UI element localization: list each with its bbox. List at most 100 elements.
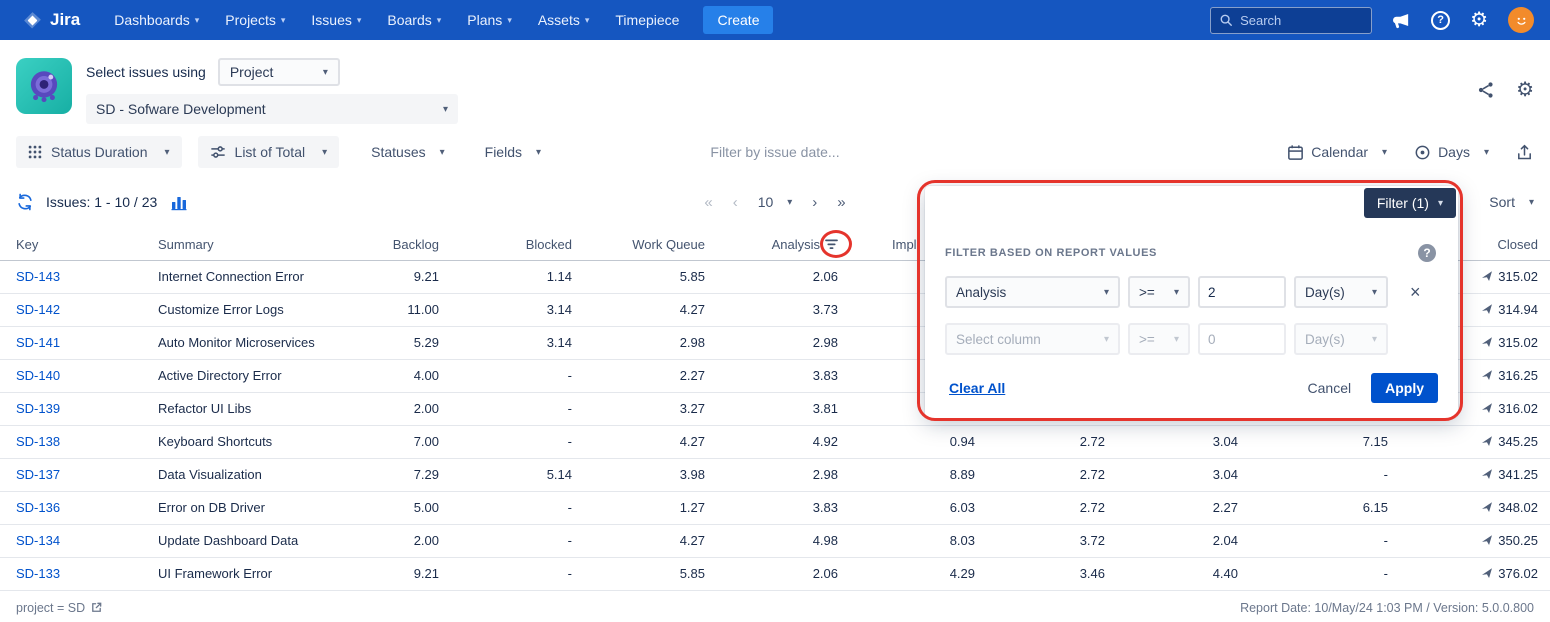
nav-item-label: Dashboards (114, 12, 190, 28)
chevron-down-icon: ▾ (1174, 287, 1179, 298)
duration-cell: 2.72 (983, 458, 1113, 491)
toolbar-right: Calendar ▾ Days ▾ (1286, 143, 1534, 162)
fields-dropdown[interactable]: Fields ▾ (485, 144, 541, 160)
filter-button[interactable]: Filter (1) ▾ (1364, 188, 1456, 218)
help-icon[interactable]: ? (1431, 11, 1450, 30)
duration-cell: - (447, 425, 580, 458)
previous-page-icon[interactable]: ‹ (733, 194, 738, 211)
calendar-dropdown[interactable]: Calendar ▾ (1286, 143, 1387, 162)
issue-summary: Keyboard Shortcuts (142, 425, 330, 458)
closed-duration-cell: 345.25 (1396, 425, 1550, 458)
search-input[interactable] (1240, 13, 1363, 28)
filter-operator-select[interactable]: >=▾ (1128, 276, 1190, 308)
duration-cell: 2.27 (1113, 491, 1246, 524)
jira-logo[interactable]: Jira (22, 10, 80, 31)
select-issues-label: Select issues using (86, 64, 206, 80)
filter-unit-select[interactable]: Day(s)▾ (1294, 276, 1388, 308)
project-select[interactable]: SD - Sofware Development ▾ (86, 94, 458, 124)
table-row: SD-138Keyboard Shortcuts7.00-4.274.920.9… (0, 425, 1550, 458)
report-scope-link[interactable]: project = SD (16, 601, 103, 615)
next-page-icon[interactable]: › (812, 194, 817, 211)
filter-unit-select[interactable]: Day(s)▾ (1294, 323, 1388, 355)
report-type-dropdown[interactable]: Status Duration ▾ (16, 136, 182, 168)
duration-cell: 5.85 (580, 260, 713, 293)
nav-item-boards[interactable]: Boards▾ (387, 12, 441, 28)
share-icon[interactable] (1476, 80, 1496, 100)
nav-item-projects[interactable]: Projects▾ (225, 12, 285, 28)
duration-cell: 2.04 (1113, 524, 1246, 557)
announcements-megaphone-icon[interactable] (1392, 11, 1411, 30)
column-header-summary[interactable]: Summary (142, 230, 330, 260)
filter-value-input[interactable] (1198, 323, 1286, 355)
column-header-analysis[interactable]: Analysis (713, 230, 846, 260)
nav-item-timepiece[interactable]: Timepiece (615, 12, 679, 28)
export-icon[interactable] (1515, 143, 1534, 162)
issue-key-link[interactable]: SD-142 (16, 302, 60, 317)
filter-help-icon[interactable]: ? (1418, 244, 1436, 262)
column-header-blocked[interactable]: Blocked (447, 230, 580, 260)
issue-key-link[interactable]: SD-143 (16, 269, 60, 284)
issues-count-label: Issues: 1 - 10 / 23 (46, 194, 157, 210)
issue-key-link[interactable]: SD-138 (16, 434, 60, 449)
issue-summary: Data Visualization (142, 458, 330, 491)
column-header-work-queue[interactable]: Work Queue (580, 230, 713, 260)
first-page-icon[interactable]: « (704, 194, 712, 211)
nav-item-assets[interactable]: Assets▾ (538, 12, 590, 28)
filter-column-select[interactable]: Analysis▾ (945, 276, 1120, 308)
refresh-button[interactable] (16, 193, 34, 211)
nav-menu: Dashboards▾ Projects▾ Issues▾ Boards▾ Plans▾… (114, 12, 679, 28)
issue-scope-select[interactable]: Project ▾ (218, 58, 340, 86)
issue-key-link[interactable]: SD-141 (16, 335, 60, 350)
list-type-dropdown[interactable]: List of Total ▾ (198, 136, 340, 168)
nav-item-dashboards[interactable]: Dashboards▾ (114, 12, 199, 28)
chevron-down-icon: ▾ (443, 104, 448, 115)
closed-duration-icon (1481, 270, 1493, 282)
column-header-backlog[interactable]: Backlog (330, 230, 447, 260)
report-info: Report Date: 10/May/24 1:03 PM / Version… (1240, 601, 1534, 615)
report-header-icons: ⚙ (1476, 80, 1534, 100)
nav-item-plans[interactable]: Plans▾ (467, 12, 512, 28)
create-button[interactable]: Create (703, 6, 773, 34)
duration-cell: 4.29 (846, 557, 983, 590)
sort-dropdown[interactable]: Sort ▾ (1489, 194, 1534, 210)
pagination: « ‹ 10 ▾ › » (704, 194, 845, 211)
last-page-icon[interactable]: » (837, 194, 845, 211)
chevron-down-icon: ▾ (1104, 287, 1109, 298)
issue-key-link[interactable]: SD-140 (16, 368, 60, 383)
filter-value-input[interactable] (1198, 276, 1286, 308)
column-header-key[interactable]: Key (0, 230, 142, 260)
search-box[interactable] (1210, 7, 1372, 34)
report-settings-gear-icon[interactable]: ⚙ (1516, 80, 1534, 100)
issue-key-link[interactable]: SD-139 (16, 401, 60, 416)
filter-operator-select[interactable]: >=▾ (1128, 323, 1190, 355)
chart-view-button[interactable] (169, 192, 189, 212)
duration-cell: 3.04 (1113, 458, 1246, 491)
statuses-label: Statuses (371, 144, 425, 160)
apply-button[interactable]: Apply (1371, 373, 1438, 403)
time-unit-dropdown[interactable]: Days ▾ (1413, 143, 1489, 162)
issue-key-link[interactable]: SD-136 (16, 500, 60, 515)
filter-funnel-icon[interactable] (825, 239, 838, 250)
filter-rows: Analysis▾>=▾ Day(s)▾ × Select column▾>=▾ Day… (945, 276, 1421, 370)
user-avatar[interactable] (1508, 7, 1534, 33)
page-size-dropdown[interactable]: 10 ▾ (758, 194, 793, 210)
issue-key-link[interactable]: SD-133 (16, 566, 60, 581)
clear-all-link[interactable]: Clear All (949, 380, 1005, 396)
chevron-down-icon: ▾ (440, 147, 445, 158)
settings-gear-icon[interactable]: ⚙ (1470, 10, 1488, 30)
nav-item-issues[interactable]: Issues▾ (311, 12, 361, 28)
table-row: SD-136Error on DB Driver5.00-1.273.836.0… (0, 491, 1550, 524)
issue-key-link[interactable]: SD-137 (16, 467, 60, 482)
filter-column-select[interactable]: Select column▾ (945, 323, 1120, 355)
alien-icon (23, 65, 65, 107)
cancel-button[interactable]: Cancel (1308, 380, 1352, 396)
close-icon[interactable]: × (1410, 283, 1421, 301)
statuses-dropdown[interactable]: Statuses ▾ (371, 144, 445, 160)
duration-cell: 9.21 (330, 557, 447, 590)
issue-date-filter-input[interactable]: Filter by issue date... (710, 144, 839, 160)
issue-scope-value: Project (230, 64, 274, 80)
issue-key-link[interactable]: SD-134 (16, 533, 60, 548)
fields-label: Fields (485, 144, 522, 160)
duration-cell: 5.29 (330, 326, 447, 359)
filter-condition-row: Analysis▾>=▾ Day(s)▾ × (945, 276, 1421, 308)
